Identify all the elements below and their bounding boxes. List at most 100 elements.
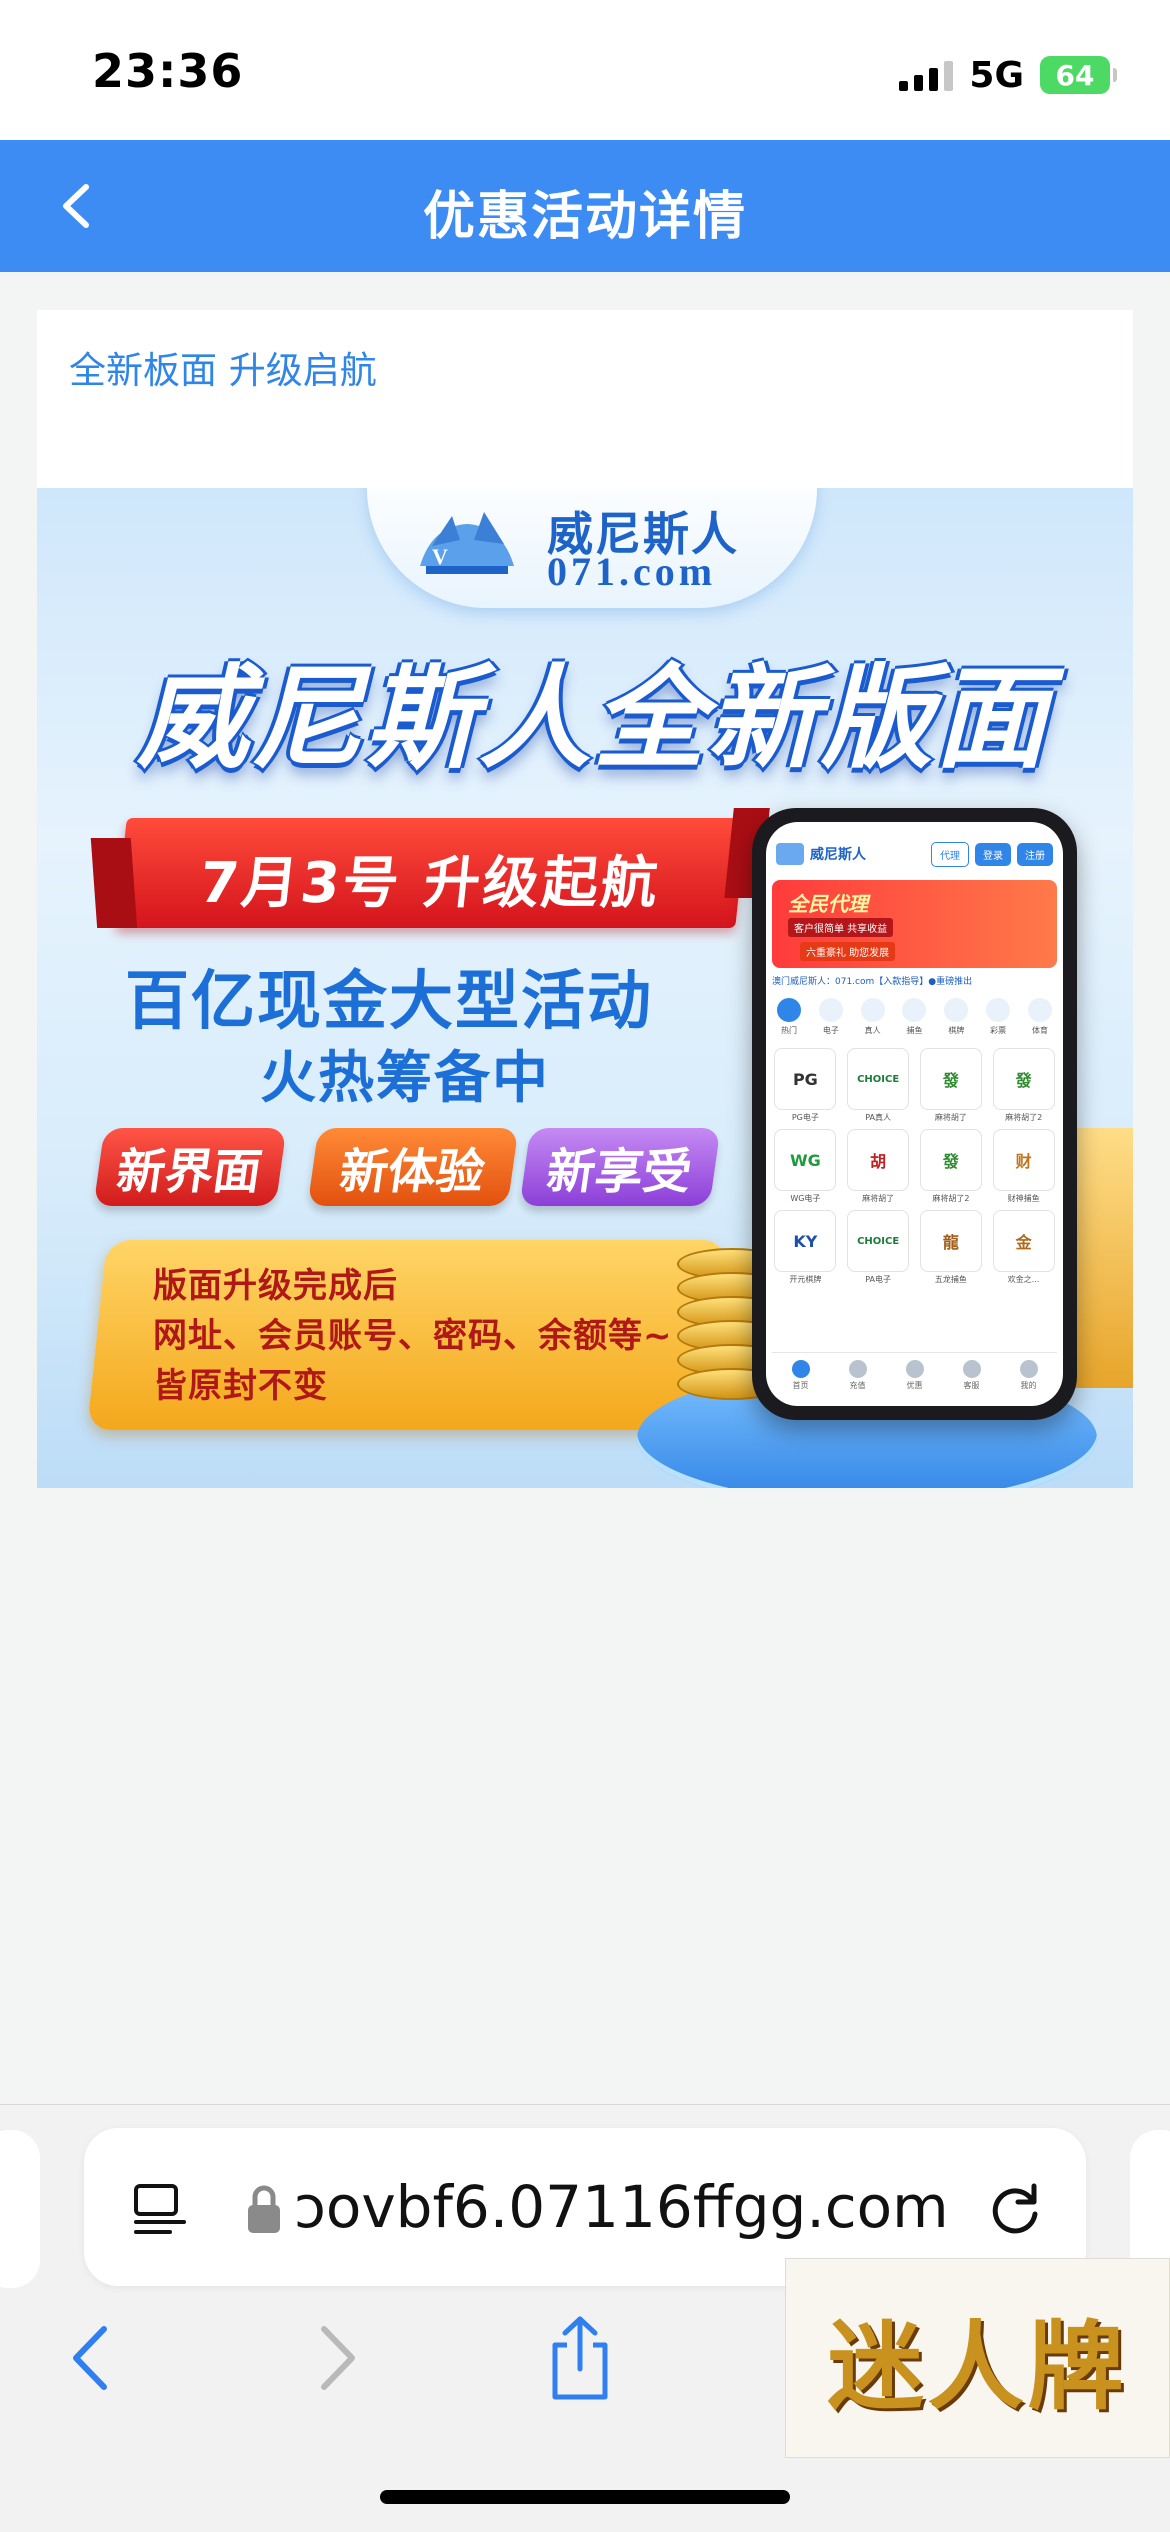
lottery-icon — [986, 998, 1011, 1022]
brand-domain: 071.com — [547, 549, 717, 594]
mockup-game-tile: 胡麻将胡了 — [845, 1129, 912, 1204]
mockup-login-button: 登录 — [975, 842, 1011, 866]
game-thumbnail-icon: 發 — [992, 1048, 1055, 1110]
network-label: 5G — [969, 54, 1024, 96]
home-indicator[interactable] — [380, 2490, 790, 2504]
game-label: 开元棋牌 — [789, 1275, 822, 1284]
mockup-banner-sub: 客户很简单 共享收益 — [788, 918, 894, 937]
mockup-game-tile: 發麻将胡了2 — [990, 1048, 1057, 1123]
game-label: WG电子 — [790, 1194, 821, 1203]
status-indicators: 5G 64 — [899, 50, 1117, 100]
game-label: PG电子 — [791, 1113, 819, 1122]
game-label: 五龙捕鱼 — [934, 1275, 967, 1284]
battery-icon: 64 — [1040, 56, 1117, 94]
promotion-banner: V 威尼斯人 071.com 威尼斯人全新版面 7月3号 升级起航 百亿现金大型… — [37, 488, 1133, 1488]
mockup-category: 真人 — [856, 998, 890, 1044]
hot-icon — [777, 998, 801, 1022]
game-thumbnail-icon: WG — [774, 1129, 837, 1191]
wallet-icon — [848, 1360, 867, 1378]
url-text: ɔovbf6.07116ffgg.com — [294, 2173, 949, 2241]
browser-forward-button[interactable] — [298, 2318, 378, 2398]
winged-lion-logo-icon: V — [420, 512, 514, 574]
banner-headline: 威尼斯人全新版面 — [137, 654, 1049, 784]
mockup-game-tile: PG PG电子 — [772, 1048, 839, 1123]
live-dealer-icon — [860, 998, 885, 1022]
game-thumbnail-icon: 發 — [919, 1048, 982, 1110]
status-bar: 23:36 5G 64 — [0, 0, 1170, 140]
mockup-categories: 热门 电子 真人 捕鱼 棋牌 彩票 体育 — [772, 998, 1057, 1044]
game-thumbnail-icon: 金 — [992, 1210, 1055, 1272]
mockup-game-tile: CHOICE PA电子 — [845, 1210, 912, 1285]
share-button[interactable] — [540, 2316, 620, 2400]
status-time: 23:36 — [92, 44, 244, 98]
mockup-tab: 我的 — [1019, 1360, 1038, 1391]
browser-back-button[interactable] — [50, 2318, 130, 2398]
mockup-notice: 澳门威尼斯人：071.com【入款指导】●重磅推出 — [772, 977, 973, 987]
game-label: 麻将胡了 — [934, 1113, 967, 1122]
chevron-left-icon — [73, 2326, 107, 2390]
game-thumbnail-icon: 财 — [992, 1129, 1055, 1191]
phone-screen: 威尼斯人 代理 登录 注册 全民代理 客户很简单 共享收益 六重豪礼 助您发展 … — [766, 822, 1063, 1406]
mockup-category: 电子 — [814, 998, 848, 1044]
mockup-banner: 全民代理 客户很简单 共享收益 六重豪礼 助您发展 — [772, 880, 1057, 968]
previous-tab-preview[interactable] — [0, 2130, 40, 2288]
mockup-tab: 充值 — [848, 1360, 867, 1391]
game-label: 麻将胡了2 — [932, 1194, 970, 1203]
game-label: 麻将胡了 — [862, 1194, 895, 1203]
mockup-game-tile: 發麻将胡了 — [918, 1048, 985, 1123]
mockup-banner-sub2: 六重豪礼 助您发展 — [800, 942, 896, 961]
promo-line-1: 百亿现金大型活动 — [125, 965, 653, 1039]
game-thumbnail-icon: 胡 — [847, 1129, 910, 1191]
fish-icon — [902, 998, 927, 1022]
nav-header: 优惠活动详情 — [0, 140, 1170, 272]
lock-icon — [248, 2185, 280, 2233]
mockup-header: 威尼斯人 代理 登录 注册 — [766, 834, 1063, 874]
tag-new-enjoyment: 新享受 — [519, 1128, 721, 1206]
mockup-register-button: 注册 — [1017, 842, 1053, 866]
cards-icon — [944, 998, 969, 1022]
notice-line-2: 网址、会员账号、密码、余额等~ — [153, 1316, 673, 1356]
mockup-tab: 首页 — [791, 1360, 810, 1391]
slot-icon — [818, 998, 843, 1022]
sports-icon — [1027, 998, 1052, 1022]
promotion-subtitle: 全新板面 升级启航 — [69, 349, 377, 392]
reload-icon[interactable] — [984, 2178, 1046, 2240]
mockup-category: 棋牌 — [939, 998, 973, 1044]
battery-level: 64 — [1055, 58, 1095, 92]
notice-line-1: 版面升级完成后 — [153, 1266, 398, 1306]
game-label: 财神捕鱼 — [1007, 1194, 1040, 1203]
mockup-category: 彩票 — [981, 998, 1015, 1044]
game-label: 欢金之... — [1007, 1275, 1040, 1284]
mockup-game-tile: 發麻将胡了2 — [918, 1129, 985, 1204]
notice-line-3: 皆原封不变 — [153, 1366, 328, 1406]
mockup-tabbar: 首页 充值 优惠 客服 我的 — [772, 1352, 1057, 1398]
game-thumbnail-icon: 發 — [919, 1129, 982, 1191]
ribbon-text: 7月3号 升级起航 — [196, 851, 664, 916]
promo-line-2: 火热筹备中 — [260, 1046, 550, 1111]
chevron-right-icon — [321, 2326, 355, 2390]
home-icon — [791, 1360, 810, 1378]
game-label: 麻将胡了2 — [1005, 1113, 1043, 1122]
watermark-logo: 迷人牌 — [785, 2258, 1170, 2458]
mockup-agent-button: 代理 — [931, 841, 969, 867]
mockup-game-tile: KY 开元棋牌 — [772, 1210, 839, 1285]
page-title: 优惠活动详情 — [422, 187, 747, 247]
watermark-text: 迷人牌 — [827, 2309, 1128, 2423]
game-thumbnail-icon: PG — [774, 1048, 837, 1110]
game-thumbnail-icon: CHOICE — [847, 1210, 910, 1272]
mockup-category: 体育 — [1023, 998, 1057, 1044]
mockup-game-grid: PG PG电子 CHOICE PA真人發麻将胡了發麻将胡了2 WG WG电子胡麻将胡了發麻… — [772, 1048, 1057, 1285]
mockup-game-tile: 龍五龙捕鱼 — [918, 1210, 985, 1285]
mockup-logo-icon — [776, 843, 804, 865]
game-thumbnail-icon: KY — [774, 1210, 837, 1272]
svg-text:V: V — [432, 544, 448, 569]
mockup-game-tile: CHOICE PA真人 — [845, 1048, 912, 1123]
mockup-tab: 优惠 — [905, 1360, 924, 1391]
page-menu-icon[interactable] — [130, 2178, 190, 2238]
game-label: PA电子 — [865, 1275, 892, 1284]
mockup-category: 捕鱼 — [897, 998, 931, 1044]
headset-icon — [962, 1360, 981, 1378]
game-thumbnail-icon: CHOICE — [847, 1048, 910, 1110]
mockup-tab: 客服 — [962, 1360, 981, 1391]
date-ribbon: 7月3号 升级起航 — [115, 818, 747, 928]
